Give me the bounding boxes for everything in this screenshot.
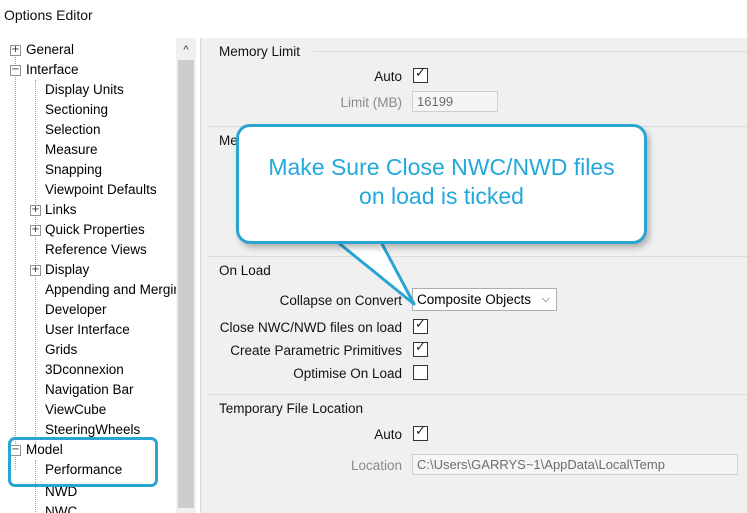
tree-item-label: Reference Views: [45, 242, 147, 257]
tree-item-label: NWC: [45, 504, 78, 513]
tree-item-measure[interactable]: Measure: [45, 140, 98, 160]
check-icon: ✓: [415, 317, 426, 332]
tree-item-grids[interactable]: Grids: [45, 340, 77, 360]
tree-item-label: Display Units: [45, 82, 124, 97]
tree-item-label: Quick Properties: [45, 222, 145, 237]
check-icon: ✓: [415, 424, 426, 439]
close-files-label: Close NWC/NWD files on load: [219, 320, 402, 335]
tree-item-label: Viewpoint Defaults: [45, 182, 157, 197]
callout-text: Make Sure Close NWC/NWD files on load is…: [239, 153, 644, 211]
temp-auto-label: Auto: [374, 427, 402, 442]
tree-item-label: Appending and Merging: [45, 282, 189, 297]
tree-item-label: User Interface: [45, 322, 130, 337]
collapse-icon[interactable]: −: [10, 65, 21, 76]
tree-item-label: Developer: [45, 302, 107, 317]
group-title-memory-limit: Memory Limit: [219, 44, 301, 59]
temp-auto-checkbox[interactable]: ✓: [413, 424, 428, 441]
check-icon: ✓: [415, 66, 426, 81]
tree-item-label: Measure: [45, 142, 98, 157]
optimise-on-load-label: Optimise On Load: [293, 366, 402, 381]
tree-item-reference-views[interactable]: Reference Views: [45, 240, 147, 260]
tree-item-sectioning[interactable]: Sectioning: [45, 100, 108, 120]
tree-item-display-units[interactable]: Display Units: [45, 80, 124, 100]
tree-item-user-interface[interactable]: User Interface: [45, 320, 130, 340]
parametric-primitives-checkbox[interactable]: ✓: [413, 340, 428, 357]
tree-item-developer[interactable]: Developer: [45, 300, 107, 320]
callout-line-1: Make Sure Close NWC/NWD files: [268, 154, 615, 180]
tree-item-appending-and-merging[interactable]: Appending and Merging: [45, 280, 188, 300]
scroll-up-icon[interactable]: ^: [176, 40, 196, 60]
pane-splitter[interactable]: [200, 38, 208, 513]
performance-highlight-box: [8, 437, 158, 487]
tree-item-navigation-bar[interactable]: Navigation Bar: [45, 380, 134, 400]
tree-item-label: Display: [45, 262, 90, 277]
callout-pointer: [333, 240, 416, 306]
expand-icon[interactable]: +: [30, 265, 41, 276]
check-icon: ✓: [415, 340, 426, 355]
tree-item-label: ViewCube: [45, 402, 107, 417]
tree-item-label: Grids: [45, 342, 78, 357]
tree-item-snapping[interactable]: Snapping: [45, 160, 102, 180]
expand-icon[interactable]: +: [30, 205, 41, 216]
group-separator: [313, 51, 747, 52]
close-files-checkbox[interactable]: ✓: [413, 317, 428, 334]
window-title: Options Editor: [4, 7, 93, 23]
tree-item-label: Links: [45, 202, 77, 217]
instruction-callout: Make Sure Close NWC/NWD files on load is…: [236, 124, 647, 244]
optimise-on-load-checkbox[interactable]: [413, 365, 428, 380]
chevron-down-icon: ⌵: [541, 293, 550, 305]
collapse-on-convert-value: Composite Objects: [417, 292, 532, 307]
memory-limit-label: Limit (MB): [340, 95, 403, 110]
tree-item-label: SteeringWheels: [45, 422, 141, 437]
temp-location-label: Location: [350, 458, 402, 473]
tree-connector: [15, 50, 16, 470]
memory-auto-label: Auto: [374, 69, 402, 84]
group-title-on-load: On Load: [219, 263, 271, 278]
temp-location-field[interactable]: C:\Users\GARRYS~1\AppData\Local\Temp: [412, 454, 738, 475]
memory-limit-field[interactable]: 16199: [412, 91, 498, 112]
tree-item-label: Snapping: [45, 162, 103, 177]
settings-panel: Memory Limit Auto ✓ Limit (MB) 16199 Me …: [208, 38, 747, 513]
scroll-thumb[interactable]: [178, 60, 194, 508]
tree-item-selection[interactable]: Selection: [45, 120, 101, 140]
tree-item-label: Navigation Bar: [45, 382, 134, 397]
tree-item-label: Selection: [45, 122, 101, 137]
callout-line-2: on load is ticked: [359, 183, 524, 209]
tree-item-viewpoint-defaults[interactable]: Viewpoint Defaults: [45, 180, 157, 200]
memory-auto-checkbox[interactable]: ✓: [413, 66, 428, 83]
tree-item-label: Interface: [26, 62, 79, 77]
group-title-merge: Me: [219, 133, 238, 148]
collapse-on-convert-select[interactable]: Composite Objects ⌵: [412, 288, 557, 311]
expand-icon[interactable]: +: [30, 225, 41, 236]
group-separator: [208, 256, 747, 257]
tree-item-label: 3Dconnexion: [45, 362, 124, 377]
group-title-temp-location: Temporary File Location: [219, 401, 364, 416]
tree-item-viewcube[interactable]: ViewCube: [45, 400, 106, 420]
tree-item-label: Sectioning: [45, 102, 109, 117]
parametric-primitives-label: Create Parametric Primitives: [230, 343, 402, 358]
expand-icon[interactable]: +: [10, 45, 21, 56]
tree-item-3dconnexion[interactable]: 3Dconnexion: [45, 360, 124, 380]
tree-item-nwc[interactable]: NWC: [45, 502, 77, 513]
group-separator: [208, 394, 747, 395]
tree-scrollbar[interactable]: ^: [176, 38, 196, 513]
tree-item-label: General: [26, 42, 75, 57]
